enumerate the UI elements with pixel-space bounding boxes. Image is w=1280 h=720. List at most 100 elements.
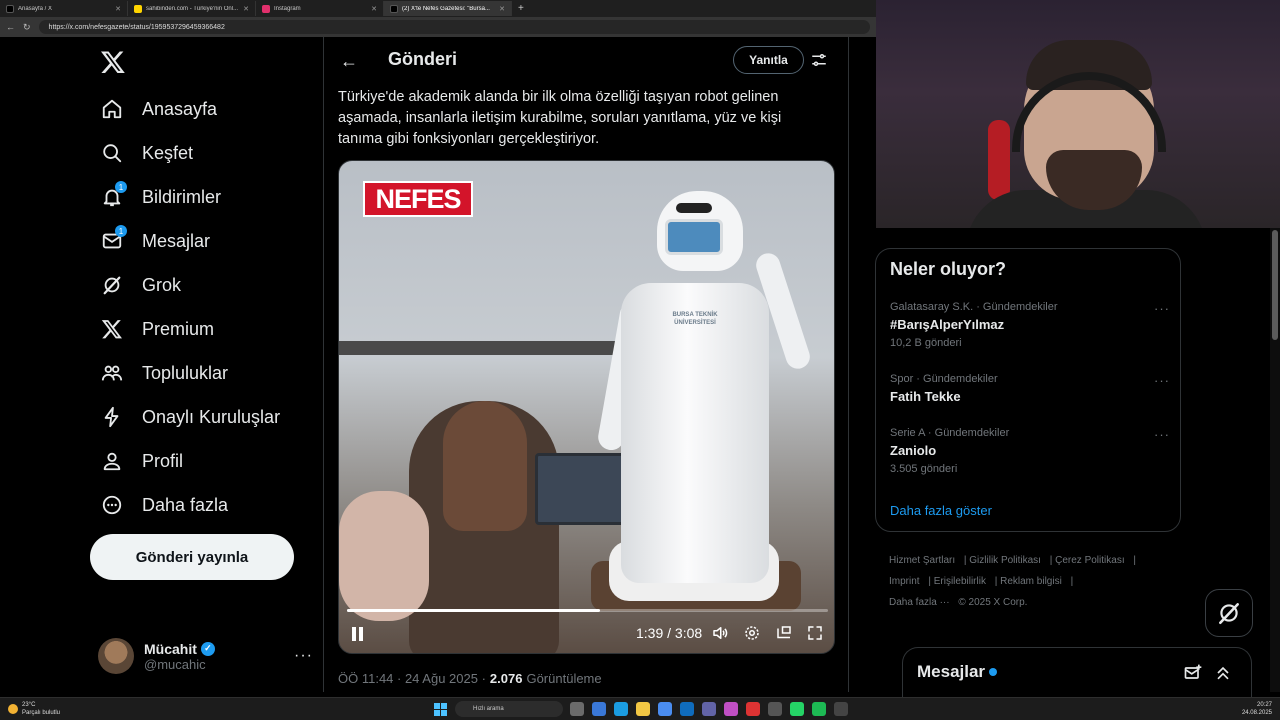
- expand-chevrons-icon[interactable]: [1213, 663, 1233, 683]
- post-button[interactable]: Gönderi yayınla: [90, 534, 294, 580]
- more-circle-icon: [100, 493, 124, 517]
- picture-in-picture-icon[interactable]: [775, 624, 793, 642]
- footer-links: Hizmet Şartları | Gizlilik Politikası | …: [889, 555, 1136, 608]
- sun-cloud-icon: [8, 704, 18, 714]
- close-tab-icon[interactable]: ✕: [371, 5, 377, 13]
- more-options-icon[interactable]: ···: [294, 647, 313, 665]
- sidebar-item-messages[interactable]: 1 Mesajlar: [100, 225, 211, 256]
- sidebar-item-label: Mesajlar: [142, 230, 211, 251]
- reply-button[interactable]: Yanıtla: [733, 46, 804, 74]
- outlook-icon[interactable]: [680, 702, 694, 716]
- tab-home[interactable]: Anasayfa / X ✕: [0, 1, 128, 16]
- post-timestamp[interactable]: ÖÖ 11:44 · 24 Ağu 2025 ·: [338, 671, 486, 686]
- sliders-icon[interactable]: [810, 51, 828, 69]
- grok-icon: [1219, 603, 1239, 625]
- obs-icon[interactable]: [834, 702, 848, 716]
- left-sidebar: Anasayfa Keşfet 1 Bildirimler 1 Mesajlar…: [88, 37, 323, 692]
- clock-date: 24.08.2025: [1241, 710, 1272, 716]
- back-arrow-icon[interactable]: ←: [340, 51, 358, 72]
- task-view-icon[interactable]: [570, 702, 584, 716]
- edge-icon[interactable]: [614, 702, 628, 716]
- video-player[interactable]: BURSA TEKNİK ÜNİVERSİTESİ NEFES 1:39 / 3…: [338, 160, 835, 654]
- account-switcher[interactable]: Mücahit ✓ @mucahic ···: [98, 634, 313, 678]
- more-options-icon[interactable]: ···: [1154, 427, 1170, 442]
- sidebar-item-explore[interactable]: Keşfet: [100, 138, 193, 168]
- trend-category: Galatasaray S.K. · Gündemdekiler: [890, 301, 1058, 313]
- tweet-text: Türkiye'de akademik alanda bir ilk olma …: [338, 89, 782, 147]
- footer-link-ads-info[interactable]: Reklam bilgisi: [1000, 576, 1062, 587]
- taskbar-search[interactable]: Hızlı arama: [455, 701, 563, 717]
- tab-sahibinden[interactable]: sahibinden.com - Türkiye'nin Onl... ✕: [128, 1, 256, 16]
- new-tab-icon[interactable]: +: [512, 3, 530, 14]
- close-tab-icon[interactable]: ✕: [243, 5, 249, 13]
- new-message-icon[interactable]: [1183, 663, 1203, 683]
- sidebar-item-verified-orgs[interactable]: Onaylı Kuruluşlar: [100, 402, 280, 432]
- sidebar-item-profile[interactable]: Profil: [100, 446, 183, 476]
- sidebar-item-label: Anasayfa: [142, 98, 218, 119]
- account-name: Mücahit: [144, 640, 197, 657]
- windows-taskbar: 23°C Parçalı bulutlu Hızlı arama 20:27 24…: [0, 697, 1280, 720]
- media-player-icon[interactable]: [768, 702, 782, 716]
- sahibinden-favicon-icon: [134, 4, 142, 13]
- sidebar-item-more[interactable]: Daha fazla: [100, 490, 228, 520]
- webcam-chair: [988, 120, 1010, 200]
- more-options-icon[interactable]: ···: [1154, 373, 1170, 388]
- trend-name: Fatih Tekke: [890, 389, 961, 404]
- close-tab-icon[interactable]: ✕: [499, 5, 505, 13]
- file-explorer-icon[interactable]: [636, 702, 650, 716]
- copilot-icon[interactable]: [592, 702, 606, 716]
- mail-icon: 1: [100, 225, 127, 253]
- spotify-icon[interactable]: [812, 702, 826, 716]
- post-header: ← Gönderi Yanıtla: [324, 37, 848, 83]
- reload-icon[interactable]: ↻: [23, 22, 31, 33]
- windows-start-icon[interactable]: [434, 703, 447, 716]
- calendar-icon[interactable]: [746, 702, 760, 716]
- sidebar-item-notifications[interactable]: 1 Bildirimler: [100, 181, 222, 212]
- messages-drawer[interactable]: Mesajlar: [902, 647, 1252, 697]
- trend-item[interactable]: Spor · Gündemdekiler Fatih Tekke ···: [890, 373, 1170, 404]
- sidebar-item-communities[interactable]: Topluluklar: [100, 358, 228, 388]
- video-scene-hair: [443, 401, 527, 531]
- footer-link-imprint[interactable]: Imprint: [889, 576, 920, 587]
- footer-link-more[interactable]: Daha fazla ···: [889, 597, 950, 608]
- close-tab-icon[interactable]: ✕: [115, 5, 121, 13]
- whatsapp-icon[interactable]: [790, 702, 804, 716]
- footer-link-cookies[interactable]: Çerez Politikası: [1055, 555, 1124, 566]
- settings-gear-icon[interactable]: [743, 624, 761, 642]
- sidebar-item-home[interactable]: Anasayfa: [100, 94, 217, 124]
- footer-link-accessibility[interactable]: Erişilebilirlik: [934, 576, 986, 587]
- x-logo-icon[interactable]: [100, 49, 126, 75]
- app-icon[interactable]: [724, 702, 738, 716]
- trend-item[interactable]: Galatasaray S.K. · Gündemdekiler #BarışA…: [890, 301, 1170, 349]
- page-scrollbar[interactable]: [1270, 228, 1280, 692]
- pause-icon[interactable]: [351, 627, 365, 641]
- volume-icon[interactable]: [711, 624, 729, 642]
- weather-widget[interactable]: 23°C Parçalı bulutlu: [8, 701, 60, 717]
- footer-copyright: © 2025 X Corp.: [958, 597, 1028, 608]
- back-icon[interactable]: ←: [6, 22, 15, 32]
- teams-icon[interactable]: [702, 702, 716, 716]
- robot-eyes: [676, 203, 712, 213]
- sidebar-item-grok[interactable]: Grok: [100, 270, 181, 300]
- video-progress-bar[interactable]: [347, 609, 828, 612]
- trend-item[interactable]: Serie A · Gündemdekiler Zaniolo 3.505 gö…: [890, 427, 1170, 475]
- grok-floating-button[interactable]: [1205, 589, 1253, 637]
- page-title: Gönderi: [388, 49, 458, 69]
- sidebar-item-premium[interactable]: Premium: [100, 314, 214, 344]
- sidebar-item-label: Bildirimler: [142, 186, 222, 207]
- tab-nefes-post[interactable]: (2) X'te Nefes Gazetesi: "Bursa... ✕: [384, 1, 512, 16]
- scrollbar-thumb[interactable]: [1272, 230, 1278, 340]
- footer-link-privacy[interactable]: Gizlilik Politikası: [969, 555, 1041, 566]
- sidebar-item-label: Topluluklar: [142, 362, 229, 383]
- more-options-icon[interactable]: ···: [1154, 301, 1170, 316]
- system-clock[interactable]: 20:27 24.08.2025: [1242, 701, 1272, 717]
- store-icon[interactable]: [658, 702, 672, 716]
- url-field[interactable]: https://x.com/nefesgazete/status/1959537…: [38, 20, 870, 34]
- tab-instagram[interactable]: Instagram ✕: [256, 1, 384, 16]
- x-favicon-icon: [390, 4, 398, 13]
- people-icon: [100, 361, 124, 385]
- footer-link-terms[interactable]: Hizmet Şartları: [889, 555, 955, 566]
- fullscreen-icon[interactable]: [806, 624, 824, 642]
- post-meta: ÖÖ 11:44 · 24 Ağu 2025 · 2.076 Görüntüle…: [338, 671, 602, 686]
- show-more-link[interactable]: Daha fazla göster: [890, 503, 992, 518]
